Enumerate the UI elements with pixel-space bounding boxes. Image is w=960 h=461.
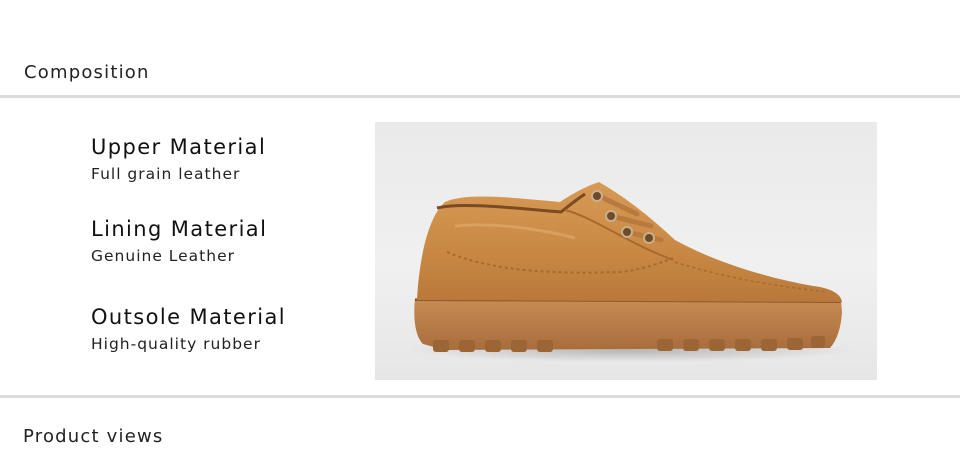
composition-heading: Composition [24,62,150,83]
shoe-upper [417,182,842,302]
spec-title: Outsole Material [91,305,287,329]
spec-title: Upper Material [91,135,267,159]
shoe-sole [414,298,842,350]
spec-title: Lining Material [91,217,268,241]
spec-outsole-material: Outsole Material High-quality rubber [91,305,286,353]
spec-upper-material: Upper Material Full grain leather [91,135,266,183]
section-divider [0,395,960,398]
spec-value: Genuine Leather [91,247,235,265]
spec-value: High-quality rubber [91,335,261,353]
product-views-heading: Product views [23,426,164,447]
shoe-illustration [405,182,855,362]
product-image-shoe [375,122,877,380]
section-divider [0,95,960,98]
spec-lining-material: Lining Material Genuine Leather [91,217,267,265]
spec-value: Full grain leather [91,165,241,183]
